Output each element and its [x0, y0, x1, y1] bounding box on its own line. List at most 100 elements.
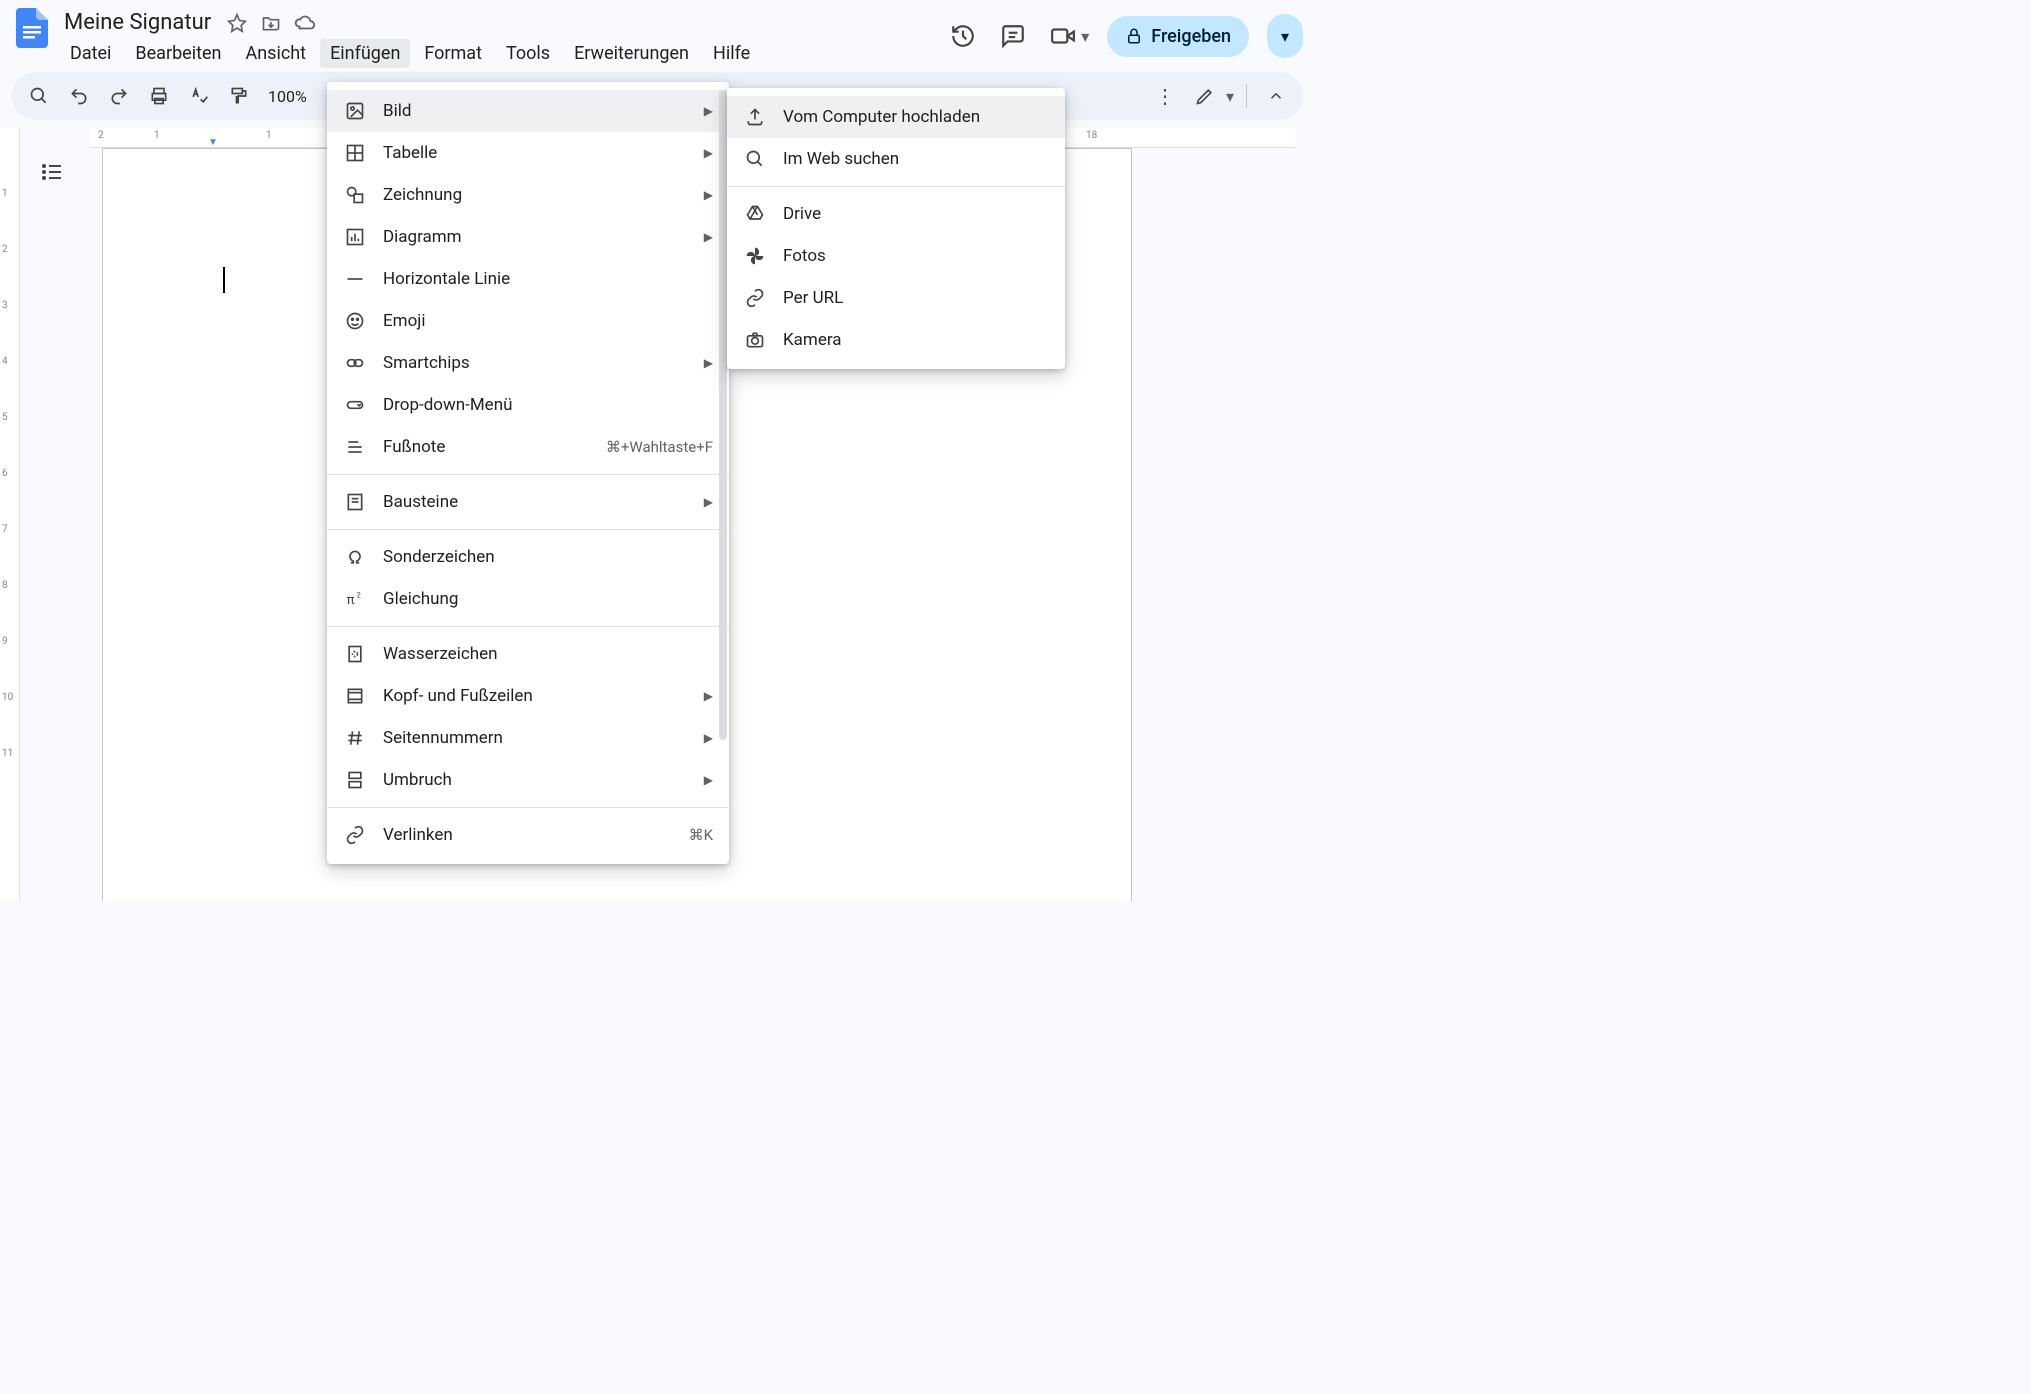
menu-item-label: Seitennummern	[383, 728, 704, 748]
submenu-arrow-icon: ▶	[704, 104, 713, 118]
menu-divider	[327, 807, 729, 808]
chart-icon	[343, 225, 367, 249]
menu-item-label: Emoji	[383, 311, 713, 331]
insert-item-omega[interactable]: Sonderzeichen	[327, 536, 729, 578]
insert-item-table[interactable]: Tabelle▶	[327, 132, 729, 174]
image-item-upload[interactable]: Vom Computer hochladen	[727, 96, 1065, 138]
insert-item-drawing[interactable]: Zeichnung▶	[327, 174, 729, 216]
menu-item-label: Drop-down-Menü	[383, 395, 713, 415]
share-button[interactable]: Freigeben	[1107, 16, 1249, 57]
link-icon	[343, 823, 367, 847]
submenu-arrow-icon: ▶	[704, 495, 713, 509]
image-item-camera[interactable]: Kamera	[727, 319, 1065, 361]
search-icon	[743, 147, 767, 171]
menu-scrollbar[interactable]	[719, 90, 727, 740]
insert-item-emoji[interactable]: Emoji	[327, 300, 729, 342]
insert-item-hash[interactable]: Seitennummern▶	[327, 717, 729, 759]
insert-item-equation[interactable]: π2Gleichung	[327, 578, 729, 620]
image-item-search[interactable]: Im Web suchen	[727, 138, 1065, 180]
image-item-drive[interactable]: Drive	[727, 193, 1065, 235]
submenu-arrow-icon: ▶	[704, 773, 713, 787]
menu-item-label: Im Web suchen	[783, 149, 1049, 169]
share-dropdown[interactable]: ▾	[1267, 14, 1303, 58]
menu-item-label: Tabelle	[383, 143, 704, 163]
header-actions: ▾ Freigeben ▾	[947, 8, 1303, 58]
menu-item-label: Wasserzeichen	[383, 644, 713, 664]
meet-dropdown-icon[interactable]: ▾	[1081, 27, 1089, 46]
blocks-icon	[343, 490, 367, 514]
vertical-ruler: 1 2 3 4 5 6 7 8 9 10 11	[0, 128, 20, 901]
menu-item-label: Bild	[383, 101, 704, 121]
menu-shortcut: ⌘+Wahltaste+F	[606, 438, 713, 456]
watermark-icon	[343, 642, 367, 666]
menu-erweiterungen[interactable]: Erweiterungen	[564, 39, 699, 68]
redo-icon[interactable]	[102, 79, 136, 113]
search-icon[interactable]	[22, 79, 56, 113]
submenu-arrow-icon: ▶	[704, 689, 713, 703]
image-icon	[343, 99, 367, 123]
insert-item-footnote[interactable]: Fußnote⌘+Wahltaste+F	[327, 426, 729, 468]
menu-item-label: Fußnote	[383, 437, 606, 457]
menu-bar: Datei Bearbeiten Ansicht Einfügen Format…	[60, 39, 760, 68]
docs-logo-icon[interactable]	[12, 8, 52, 48]
image-item-photos[interactable]: Fotos	[727, 235, 1065, 277]
insert-item-hr[interactable]: Horizontale Linie	[327, 258, 729, 300]
insert-item-link[interactable]: Verlinken⌘K	[327, 814, 729, 856]
headerfooter-icon	[343, 684, 367, 708]
menu-item-label: Horizontale Linie	[383, 269, 713, 289]
insert-item-blocks[interactable]: Bausteine▶	[327, 481, 729, 523]
insert-item-smartchip[interactable]: Smartchips▶	[327, 342, 729, 384]
image-item-url[interactable]: Per URL	[727, 277, 1065, 319]
document-title[interactable]: Meine Signatur	[60, 8, 215, 37]
image-submenu-dropdown: Vom Computer hochladen Im Web suchen Drive…	[727, 88, 1065, 369]
history-icon[interactable]	[947, 20, 979, 52]
hash-icon	[343, 726, 367, 750]
more-toolbar-icon[interactable]: ⋮	[1148, 79, 1182, 113]
indent-marker-icon[interactable]: ▼	[208, 137, 218, 148]
menu-tools[interactable]: Tools	[496, 39, 560, 68]
upload-icon	[743, 105, 767, 129]
edit-mode-dropdown-icon[interactable]: ▾	[1226, 87, 1234, 106]
insert-item-watermark[interactable]: Wasserzeichen	[327, 633, 729, 675]
title-area: Meine Signatur Datei Bearbeiten Ansicht …	[60, 8, 760, 68]
insert-item-headerfooter[interactable]: Kopf- und Fußzeilen▶	[327, 675, 729, 717]
insert-item-chart[interactable]: Diagramm▶	[327, 216, 729, 258]
svg-text:2: 2	[357, 590, 361, 599]
hr-icon	[343, 267, 367, 291]
submenu-arrow-icon: ▶	[704, 731, 713, 745]
edit-mode-icon[interactable]	[1188, 79, 1222, 113]
submenu-arrow-icon: ▶	[704, 146, 713, 160]
print-icon[interactable]	[142, 79, 176, 113]
menu-item-label: Gleichung	[383, 589, 713, 609]
undo-icon[interactable]	[62, 79, 96, 113]
star-icon[interactable]	[225, 11, 249, 35]
comments-icon[interactable]	[997, 20, 1029, 52]
menu-item-label: Smartchips	[383, 353, 704, 373]
cloud-status-icon[interactable]	[293, 11, 317, 35]
menu-item-label: Per URL	[783, 288, 1049, 308]
menu-datei[interactable]: Datei	[60, 39, 121, 68]
zoom-value[interactable]: 100%	[262, 87, 313, 106]
menu-divider	[327, 529, 729, 530]
smartchip-icon	[343, 351, 367, 375]
insert-menu-dropdown: Bild▶Tabelle▶Zeichnung▶Diagramm▶Horizont…	[327, 82, 729, 864]
menu-item-label: Vom Computer hochladen	[783, 107, 1049, 127]
insert-item-image[interactable]: Bild▶	[327, 90, 729, 132]
spellcheck-icon[interactable]	[182, 79, 216, 113]
move-icon[interactable]	[259, 11, 283, 35]
menu-ansicht[interactable]: Ansicht	[235, 39, 316, 68]
menu-item-label: Drive	[783, 204, 1049, 224]
menu-item-label: Zeichnung	[383, 185, 704, 205]
insert-item-dropdown[interactable]: Drop-down-Menü	[327, 384, 729, 426]
menu-item-label: Fotos	[783, 246, 1049, 266]
menu-einfuegen[interactable]: Einfügen	[320, 39, 410, 68]
menu-hilfe[interactable]: Hilfe	[703, 39, 760, 68]
paint-format-icon[interactable]	[222, 79, 256, 113]
menu-bearbeiten[interactable]: Bearbeiten	[125, 39, 231, 68]
insert-item-break[interactable]: Umbruch▶	[327, 759, 729, 801]
meet-icon[interactable]	[1047, 20, 1079, 52]
menu-shortcut: ⌘K	[689, 826, 713, 844]
collapse-icon[interactable]	[1259, 79, 1293, 113]
menu-format[interactable]: Format	[414, 39, 492, 68]
table-icon	[343, 141, 367, 165]
